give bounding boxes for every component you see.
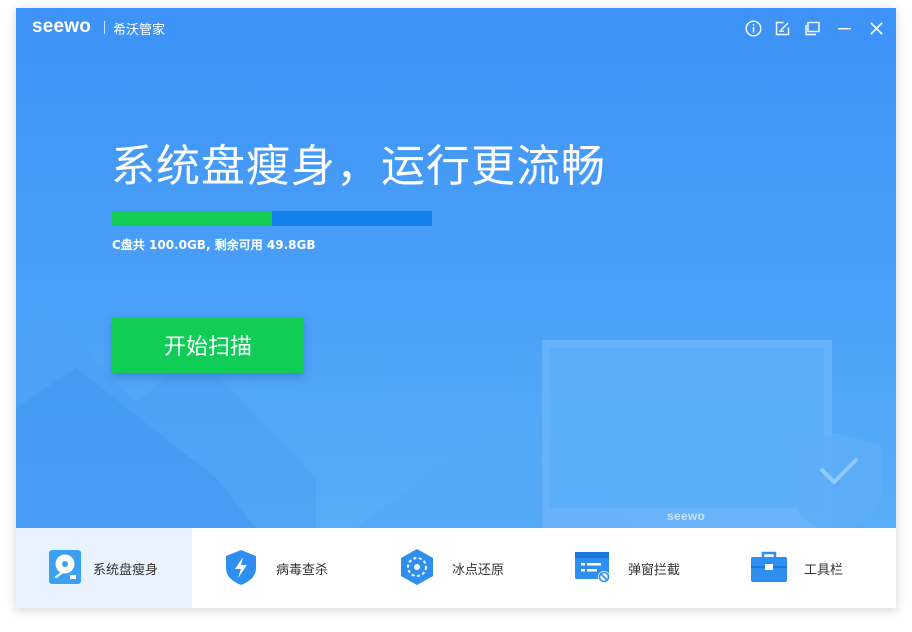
app-title: 希沃管家	[113, 23, 166, 38]
bottom-nav: 系统盘瘦身 病毒查杀 冰点还原 弹窗拦截 工具栏	[16, 528, 896, 608]
toolbox-icon	[751, 551, 787, 582]
page-headline: 系统盘瘦身，运行更流畅	[111, 141, 606, 192]
disk-usage-bar	[112, 211, 432, 226]
disk-total: 100.0GB	[149, 238, 206, 252]
nav-item-virus-scan[interactable]: 病毒查杀	[192, 528, 368, 608]
background-illustration	[16, 308, 882, 528]
logo-divider	[104, 21, 105, 34]
feedback-icon[interactable]	[772, 18, 792, 38]
nav-item-disk-cleanup[interactable]: 系统盘瘦身	[16, 528, 192, 608]
hero-panel: seewo 希沃管家 系统盘瘦身，运行更流畅 C盘共 100.0GB, 剩余可用…	[16, 8, 896, 528]
minimize-icon[interactable]	[834, 18, 854, 38]
nav-label-popup-block: 弹窗拦截	[628, 563, 681, 578]
app-window: seewo 希沃管家 系统盘瘦身，运行更流畅 C盘共 100.0GB, 剩余可用…	[16, 8, 896, 608]
start-scan-button[interactable]: 开始扫描	[112, 317, 304, 373]
info-icon[interactable]	[743, 18, 763, 38]
seewo-logo: seewo	[32, 16, 92, 37]
disk-free: 49.8GB	[266, 238, 316, 252]
disk-info-mid: , 剩余可用	[205, 238, 267, 252]
nav-label-disk-cleanup: 系统盘瘦身	[93, 563, 159, 578]
monitor-brand-label: seewo	[667, 509, 706, 523]
freeze-restore-icon	[401, 549, 433, 585]
nav-item-toolbox[interactable]: 工具栏	[720, 528, 896, 608]
disk-info-prefix: C盘共	[112, 238, 149, 252]
nav-item-freeze-restore[interactable]: 冰点还原	[368, 528, 544, 608]
nav-label-toolbox: 工具栏	[804, 563, 844, 578]
popup-block-icon	[575, 552, 610, 583]
titlebar: seewo 希沃管家	[16, 8, 896, 48]
nav-label-freeze-restore: 冰点还原	[452, 563, 505, 578]
nav-item-popup-block[interactable]: 弹窗拦截	[544, 528, 720, 608]
disk-cleanup-icon	[49, 550, 81, 584]
skin-icon[interactable]	[802, 18, 822, 38]
nav-label-virus-scan: 病毒查杀	[276, 563, 329, 578]
disk-info: C盘共 100.0GB, 剩余可用 49.8GB	[112, 236, 315, 253]
close-icon[interactable]	[866, 18, 886, 38]
shield-lightning-icon	[226, 550, 256, 585]
disk-usage-fill	[112, 211, 272, 226]
